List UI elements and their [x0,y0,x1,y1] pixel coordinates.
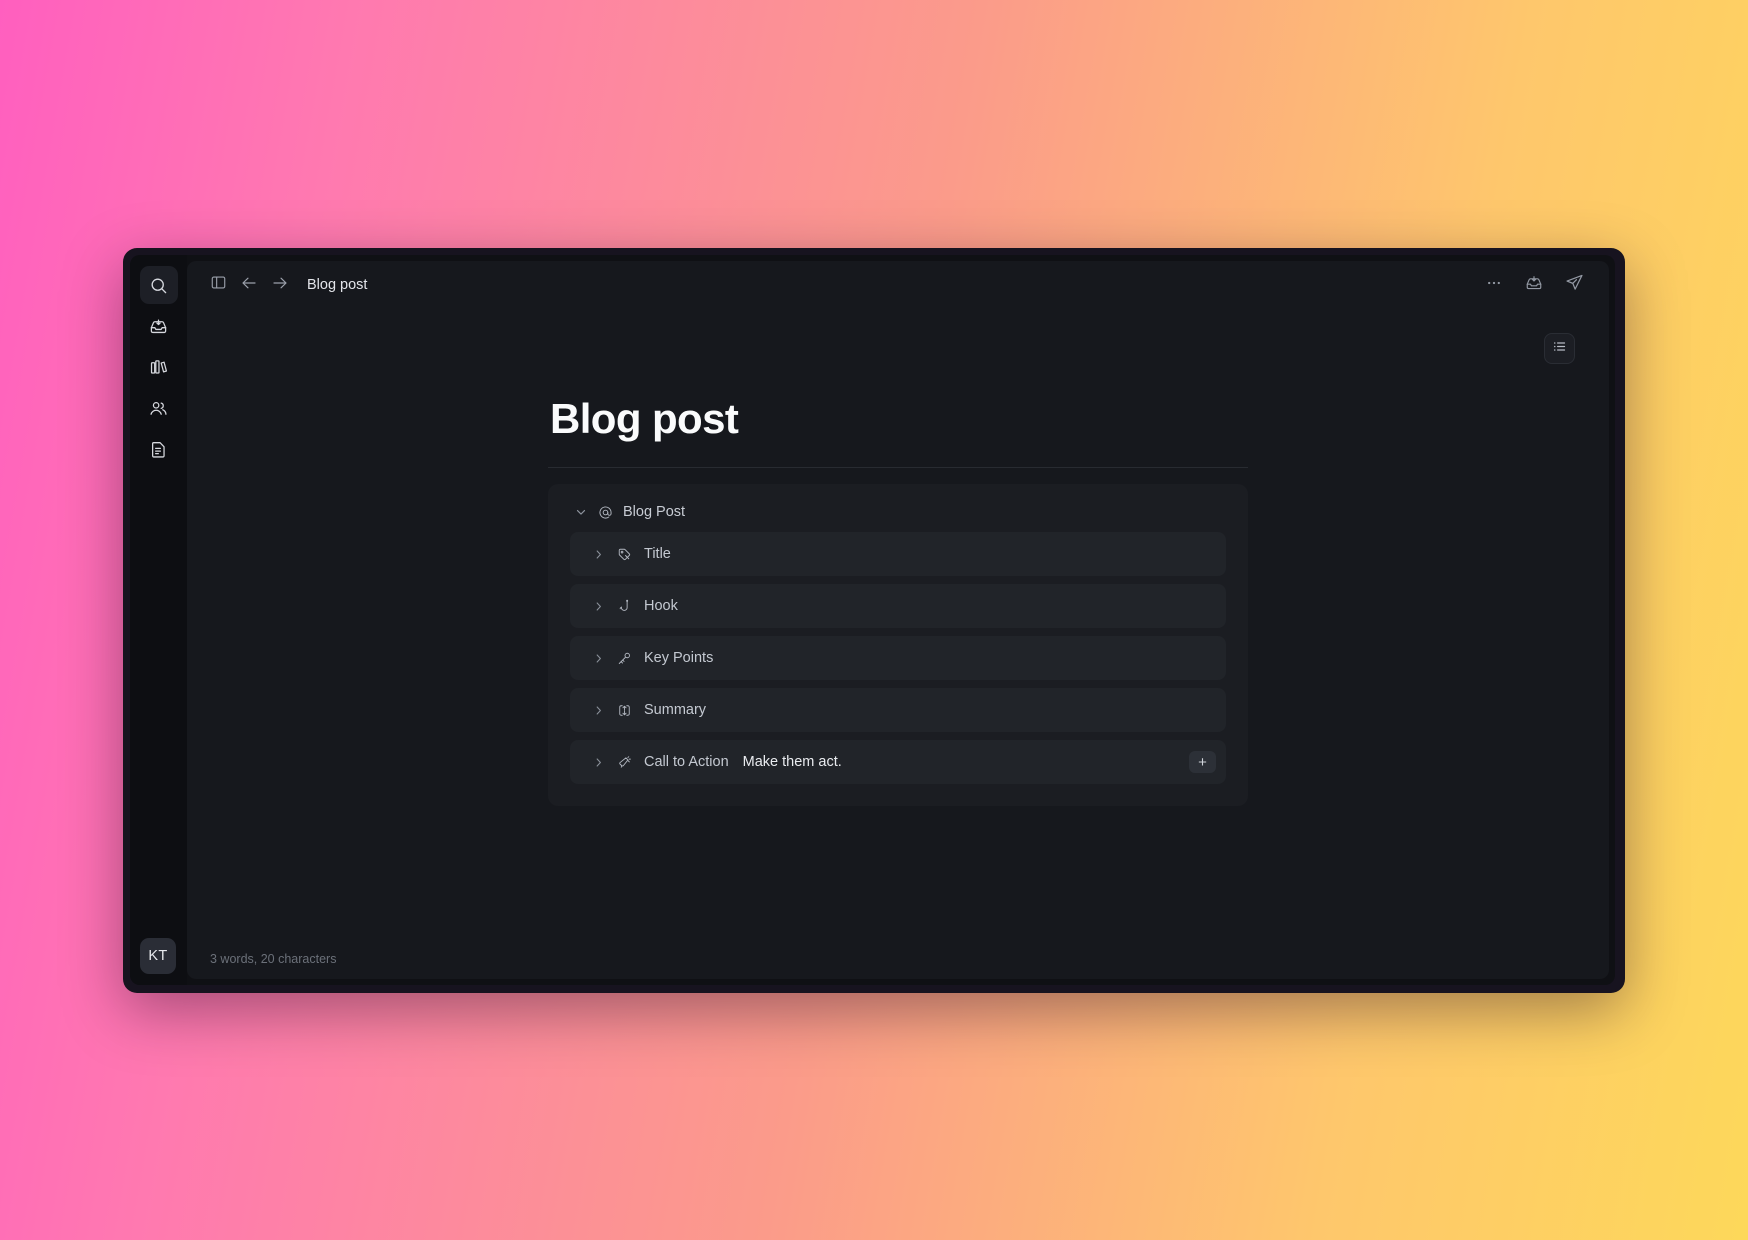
inbox-arrow-icon [1525,274,1543,297]
group-header-blog-post[interactable]: Blog Post [570,498,1226,532]
chevron-right-icon[interactable] [592,756,605,769]
at-icon [598,505,613,520]
rail-item-search[interactable] [139,266,178,304]
block-label: Title [644,546,671,562]
word-count: 3 words, 20 characters [210,952,337,966]
breadcrumb[interactable]: Blog post [307,277,367,293]
rail-item-library[interactable] [140,348,178,386]
list-outline-icon [1552,339,1567,359]
send-button[interactable] [1561,272,1587,298]
block-row[interactable]: Hook [570,584,1226,628]
title-divider [548,467,1248,468]
megaphone-icon [617,755,632,770]
inbox-icon [149,317,168,336]
statusbar: 3 words, 20 characters [187,939,1609,979]
forward-button[interactable] [267,272,293,298]
arrow-right-icon [271,274,289,297]
main-surface: Blog post Blog post Blog Post Title Hook… [187,261,1609,979]
key-icon [617,651,632,666]
block-label: Key Points [644,650,714,666]
rail-item-inbox[interactable] [140,307,178,345]
rail-item-documents[interactable] [140,430,178,468]
block-row[interactable]: Title [570,532,1226,576]
block-row[interactable]: Summary [570,688,1226,732]
outline-toggle-button[interactable] [1544,333,1575,364]
avatar[interactable]: KT [140,938,176,974]
block-row[interactable]: Key Points [570,636,1226,680]
chevron-down-icon[interactable] [574,505,588,519]
add-block-button[interactable]: + [1189,751,1216,773]
document: Blog post Blog Post Title Hook Key Point… [548,309,1248,939]
app-window: KT Blog post Blog post Blog Post Title H… [123,248,1625,993]
group-label: Blog Post [623,504,686,520]
ellipsis-icon [1485,274,1503,297]
page-title[interactable]: Blog post [548,395,1248,443]
search-icon [149,276,168,295]
people-icon [149,399,168,418]
topbar: Blog post [187,261,1609,309]
document-scroll-area: Blog post Blog Post Title Hook Key Point… [187,309,1609,939]
block-label: Call to Action [644,754,729,770]
block-label: Hook [644,598,678,614]
arrow-left-icon [240,274,258,297]
shuffle-icon [617,703,632,718]
block-value[interactable]: Make them act. [743,754,842,770]
left-rail: KT [130,255,187,985]
more-options-button[interactable] [1481,272,1507,298]
block-row[interactable]: Call to Action Make them act. + [570,740,1226,784]
document-icon [149,440,168,459]
chevron-right-icon[interactable] [592,652,605,665]
block-label: Summary [644,702,707,718]
sidebar-toggle-button[interactable] [205,272,231,298]
chevron-right-icon[interactable] [592,600,605,613]
hook-icon [617,599,632,614]
app-shell: KT Blog post Blog post Blog Post Title H… [130,255,1615,985]
block-card: Blog Post Title Hook Key Points Summary … [548,484,1248,806]
pen-nib-icon [617,547,632,562]
library-icon [149,358,168,377]
inbox-button[interactable] [1521,272,1547,298]
back-button[interactable] [236,272,262,298]
rail-item-people[interactable] [140,389,178,427]
chevron-right-icon[interactable] [592,704,605,717]
panel-left-icon [210,274,227,296]
chevron-right-icon[interactable] [592,548,605,561]
send-icon [1565,273,1584,297]
topbar-actions [1481,272,1587,298]
